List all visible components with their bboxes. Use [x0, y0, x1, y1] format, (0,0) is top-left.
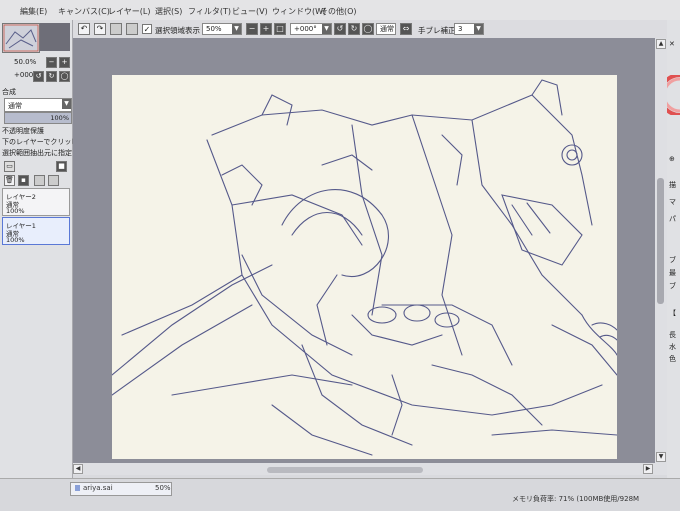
- menu-filter[interactable]: フィルタ(T): [188, 6, 231, 17]
- vertical-scroll-thumb[interactable]: [657, 178, 664, 304]
- memory-usage: メモリ負荷率: 71% (100MB使用/928M: [512, 495, 640, 503]
- stabilizer-label: 手ブレ補正: [418, 26, 456, 35]
- redo-button[interactable]: ↷: [94, 23, 106, 35]
- right-panel-tool-label: 最: [669, 269, 676, 277]
- selection-visible-label: 選択領域表示: [155, 26, 200, 35]
- right-panel-tool-label: 色: [669, 355, 676, 363]
- layer-blend-select[interactable]: 通常 ▼: [4, 98, 72, 112]
- menu-edit[interactable]: 編集(E): [20, 6, 47, 17]
- right-panel-tool-label: ブ: [669, 256, 676, 264]
- rotation-select[interactable]: +000° ▼: [290, 23, 332, 35]
- zoom-out-button[interactable]: −: [246, 23, 258, 35]
- scroll-left-button[interactable]: ◀: [73, 464, 83, 474]
- layer-list-item[interactable]: レイヤー2 通常 100%: [2, 188, 70, 216]
- right-panel-tool-label: パ: [669, 215, 676, 223]
- menu-bar: 編集(E) キャンバス(C) レイヤー(L) 選択(S) フィルタ(T) ビュー…: [0, 0, 680, 21]
- menu-layer[interactable]: レイヤー(L): [108, 6, 150, 17]
- right-panel-tool-label: 水: [669, 343, 676, 351]
- layer-opacity: 100%: [6, 207, 25, 215]
- layer-blend-value: 通常: [8, 102, 22, 110]
- blend-mode-select[interactable]: 通常: [376, 23, 396, 35]
- zoom-select[interactable]: 50% ▼: [202, 23, 242, 35]
- chevron-down-icon: ▼: [322, 24, 331, 34]
- rotation-value: +000°: [294, 25, 317, 33]
- new-layer-set-icon[interactable]: ■: [56, 161, 67, 172]
- right-panel: [667, 20, 680, 478]
- flip-button[interactable]: ⇔: [400, 23, 412, 35]
- selection-visible-checkbox[interactable]: ✓: [142, 24, 152, 34]
- rotate-right-button[interactable]: ↻: [348, 23, 360, 35]
- layer-list-item-selected[interactable]: レイヤー1 通常 100%: [2, 217, 70, 245]
- transfer-down-icon[interactable]: [34, 175, 45, 186]
- merge-down-icon[interactable]: [48, 175, 59, 186]
- preserve-opacity-option[interactable]: 不透明度保護: [2, 126, 44, 136]
- nav-zoom-in-button[interactable]: +: [59, 57, 70, 68]
- right-panel-scale-icon[interactable]: ⊕: [669, 155, 675, 163]
- clear-layer-icon[interactable]: ▪: [18, 175, 29, 186]
- chevron-down-icon: ▼: [474, 24, 483, 34]
- nav-rotate-right-button[interactable]: ↻: [46, 71, 57, 82]
- section-label: 合成: [2, 88, 16, 96]
- menu-other[interactable]: その他(O): [320, 6, 357, 17]
- color-wheel-icon[interactable]: [667, 75, 680, 115]
- toolbar: ↶ ↷ ✓ 選択領域表示 50% ▼ − + □ +000° ▼ ↺ ↻ ◯ 通…: [72, 20, 680, 39]
- delete-layer-icon[interactable]: 🗑: [4, 175, 15, 186]
- horizontal-scroll-thumb[interactable]: [267, 467, 423, 473]
- stabilizer-select[interactable]: 3 ▼: [454, 23, 484, 35]
- invert-selection-button[interactable]: [126, 23, 138, 35]
- selection-source-option[interactable]: 選択範囲抽出元に指定: [2, 148, 72, 158]
- navigator-thumbnail: [3, 24, 39, 52]
- file-name: ariya.sai: [83, 484, 113, 492]
- chevron-down-icon: ▼: [232, 24, 241, 34]
- undo-button[interactable]: ↶: [78, 23, 90, 35]
- drawing-canvas[interactable]: [112, 75, 617, 459]
- file-zoom: 50%: [155, 484, 171, 492]
- zoom-in-button[interactable]: +: [260, 23, 272, 35]
- chevron-down-icon: ▼: [62, 99, 71, 109]
- nav-zoom-value: 50.0%: [14, 58, 37, 66]
- layer-opacity: 100%: [6, 236, 25, 244]
- scroll-right-button[interactable]: ▶: [643, 464, 653, 474]
- navigator-dark-area: [40, 23, 70, 51]
- menu-view[interactable]: ビュー(V): [232, 6, 268, 17]
- rotate-left-button[interactable]: ↺: [334, 23, 346, 35]
- file-icon: [75, 485, 80, 491]
- right-panel-tool-label: 描: [669, 181, 676, 189]
- right-panel-close-icon[interactable]: ✕: [669, 40, 675, 48]
- right-panel-tool-label: 【: [669, 309, 676, 317]
- sketch-lines: [112, 79, 617, 456]
- left-panel: 50.0% − + +000° ↺ ↻ ◯ 合成 通常 ▼ 100% 不透明度保…: [0, 20, 92, 490]
- nav-rotate-left-button[interactable]: ↺: [33, 71, 44, 82]
- nav-zoom-out-button[interactable]: −: [46, 57, 57, 68]
- navigator-preview[interactable]: [2, 23, 40, 53]
- new-folder-icon[interactable]: ▭: [4, 161, 15, 172]
- opacity-value: 100%: [50, 114, 69, 122]
- nav-rotate-reset-button[interactable]: ◯: [59, 71, 70, 82]
- opacity-slider[interactable]: 100%: [4, 112, 72, 124]
- scroll-down-button[interactable]: ▼: [656, 452, 666, 462]
- menu-select[interactable]: 選択(S): [155, 6, 182, 17]
- right-panel-tool-label: ブ: [669, 282, 676, 290]
- right-panel-tool-label: 長: [669, 331, 676, 339]
- zoom-reset-button[interactable]: □: [274, 23, 286, 35]
- menu-window[interactable]: ウィンドウ(W): [272, 6, 326, 17]
- right-panel-tool-label: マ: [669, 198, 676, 206]
- zoom-value: 50%: [206, 25, 222, 33]
- stabilizer-value: 3: [458, 25, 463, 33]
- menu-canvas[interactable]: キャンバス(C): [58, 6, 110, 17]
- file-tab[interactable]: ariya.sai 50%: [70, 482, 172, 496]
- rotate-reset-button[interactable]: ◯: [362, 23, 374, 35]
- deselect-button[interactable]: [110, 23, 122, 35]
- scroll-up-button[interactable]: ▲: [656, 39, 666, 49]
